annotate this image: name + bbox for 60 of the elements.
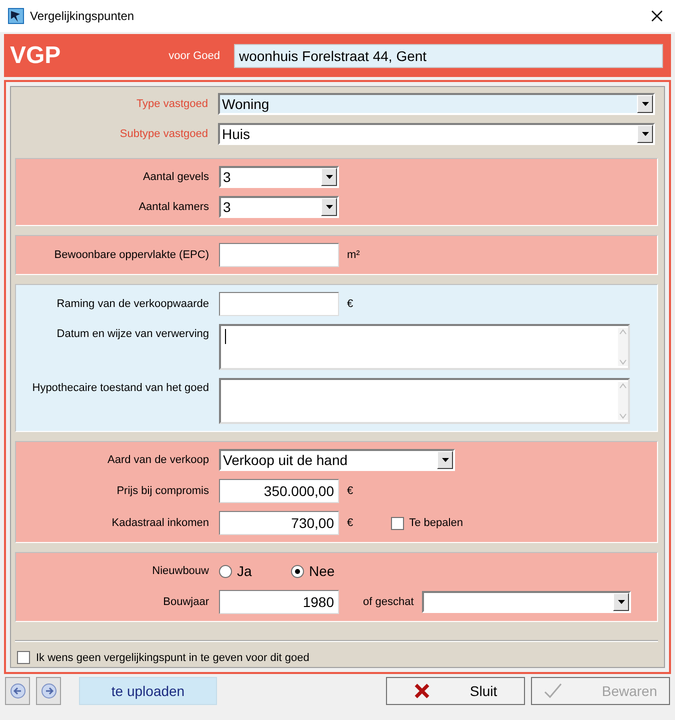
field-label: Bouwjaar xyxy=(162,596,210,608)
status-box: te uploaden xyxy=(79,677,217,705)
field-label: Type vastgoed xyxy=(135,98,209,110)
checkbox-label: Te bepalen xyxy=(409,517,463,529)
dropdown[interactable]: 3 xyxy=(219,196,339,218)
field-label: Aard van de verkoop xyxy=(106,454,210,466)
unit-label: € xyxy=(347,517,354,529)
field-label: Aantal kamers xyxy=(138,201,210,213)
back-button[interactable] xyxy=(5,677,30,705)
checkbox[interactable] xyxy=(17,651,30,664)
input-field[interactable] xyxy=(219,292,339,316)
scroll-arrows-icon xyxy=(618,328,628,366)
unit-label: € xyxy=(347,298,354,310)
caret-icon xyxy=(642,132,648,136)
check-icon xyxy=(544,683,562,699)
checkbox[interactable] xyxy=(391,516,404,530)
field-label: Raming van de verkoopwaarde xyxy=(56,298,210,310)
close-button[interactable]: Sluit xyxy=(386,677,525,705)
field-label: Datum en wijze van verwerving xyxy=(56,327,210,340)
dropdown[interactable]: Verkoop uit de hand xyxy=(219,449,455,471)
input-field[interactable] xyxy=(219,243,339,267)
checkbox-label: Ik wens geen vergelijkingspunt in te geven voor dit goed xyxy=(36,652,310,664)
logo-text: VGP xyxy=(10,42,62,70)
field-label: of geschat xyxy=(363,596,414,608)
app-icon xyxy=(8,8,24,24)
field-label: voor Goed xyxy=(168,50,220,62)
close-button[interactable] xyxy=(649,8,665,24)
caret-icon xyxy=(326,205,332,209)
window-title: Vergelijkingspunten xyxy=(30,9,134,23)
input-field[interactable]: 730,00 xyxy=(219,511,339,535)
forward-button[interactable] xyxy=(36,677,61,705)
dropdown[interactable]: Woning xyxy=(218,93,655,115)
field-label: Prijs bij compromis xyxy=(116,485,210,497)
field-label: Nieuwbouw xyxy=(151,565,210,577)
dropdown[interactable]: Huis xyxy=(218,123,655,145)
dropdown[interactable]: 3 xyxy=(219,166,339,188)
unit-label: € xyxy=(347,485,354,497)
radio-button[interactable] xyxy=(219,564,232,578)
text-area[interactable] xyxy=(219,378,630,424)
scroll-arrows-icon xyxy=(618,382,628,420)
cross-icon xyxy=(414,683,430,699)
field-label: Aantal gevels xyxy=(142,171,210,183)
radio-label: Ja xyxy=(237,563,252,579)
dropdown[interactable] xyxy=(422,591,631,613)
unit-label: m² xyxy=(347,249,360,261)
input-field[interactable]: 1980 xyxy=(219,590,339,614)
field-label: Kadastraal inkomen xyxy=(110,517,210,529)
caret-icon xyxy=(326,175,332,179)
field-label: Hypothecaire toestand van het goed xyxy=(31,381,210,394)
caret-icon xyxy=(442,458,448,462)
radio-label: Nee xyxy=(309,563,335,579)
field-label: Subtype vastgoed xyxy=(118,128,209,140)
caret-icon xyxy=(618,600,624,604)
input-field[interactable]: woonhuis Forelstraat 44, Gent xyxy=(234,44,663,68)
close-icon xyxy=(651,10,663,22)
radio-button[interactable] xyxy=(291,564,304,578)
text-area[interactable] xyxy=(219,324,630,370)
input-field[interactable]: 350.000,00 xyxy=(219,479,339,503)
caret-icon xyxy=(642,102,648,106)
field-label: Bewoonbare oppervlakte (EPC) xyxy=(53,249,210,261)
